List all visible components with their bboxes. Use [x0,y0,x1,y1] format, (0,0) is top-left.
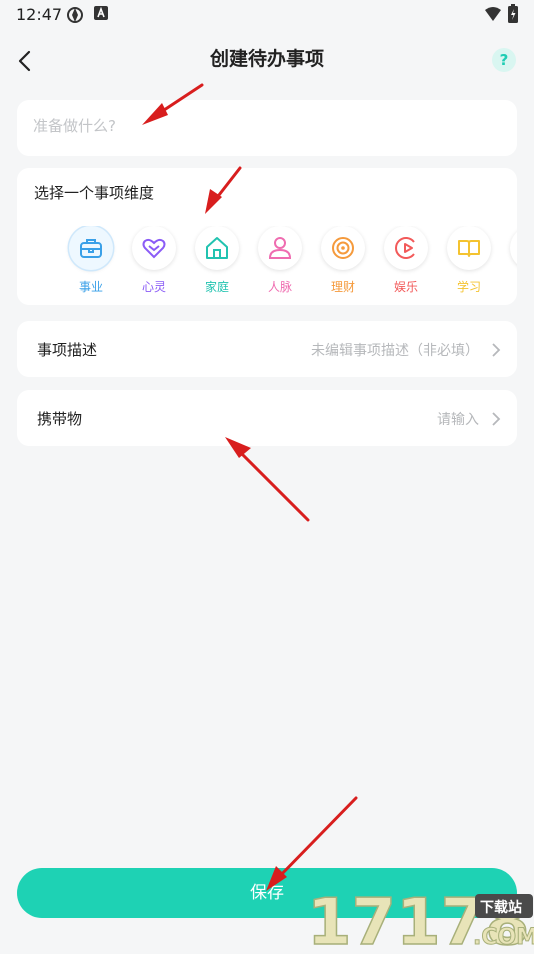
house-icon [195,226,239,270]
page-title: 创建待办事项 [209,48,324,70]
description-value: 未编辑事项描述（非必填） [311,343,479,359]
dimension-label: 选择一个事项维度 [34,184,155,202]
status-bar: 12:47 [0,0,534,30]
help-icon[interactable]: ? [492,48,516,72]
battery-icon [508,4,518,23]
people-icon [258,226,302,270]
task-title-input[interactable] [31,116,505,136]
carry-items-row[interactable]: 携带物 请输入 [17,390,517,446]
dimension-mind[interactable]: 心灵 [130,226,178,295]
dimension-entertainment[interactable]: 娱乐 [382,226,430,295]
dimension-name: 理财 [330,280,355,294]
keyboard-a-icon [94,6,108,20]
dimension-network[interactable]: 人脉 [256,226,304,295]
dimension-name: 家庭 [204,280,229,294]
status-time: 12:47 [16,5,63,24]
more-dimension-icon [510,226,517,270]
dimension-more[interactable] [508,226,517,270]
carry-items-label: 携带物 [37,410,83,428]
header: 创建待办事项 ? [0,30,534,90]
dimension-family[interactable]: 家庭 [193,226,241,295]
dimension-finance[interactable]: 理财 [319,226,367,295]
task-input-card [17,100,517,156]
dimension-study[interactable]: 学习 [445,226,493,295]
dimension-card: 选择一个事项维度 事业 心灵 家庭 人脉 理财 娱乐 学习 [17,168,517,305]
dimension-name: 事业 [78,280,103,294]
dimension-name: 人脉 [267,280,292,294]
dimension-name: 心灵 [141,280,166,294]
watermark-badge: 下载站 [480,899,522,916]
book-icon [447,226,491,270]
wifi-icon [485,7,501,21]
carry-items-value: 请输入 [437,412,479,428]
heart-icon [132,226,176,270]
coin-icon [321,226,365,270]
watermark-logo: 17178 下载站 .COM [305,878,534,954]
watermark-domain: .COM [473,925,534,950]
chevron-right-icon [492,412,501,426]
play-icon [384,226,428,270]
dimension-career[interactable]: 事业 [67,226,115,295]
description-row[interactable]: 事项描述 未编辑事项描述（非必填） [17,321,517,377]
dimension-name: 学习 [456,280,481,294]
chevron-right-icon [492,343,501,357]
sync-icon [67,7,83,23]
briefcase-icon [69,226,113,270]
dimension-list: 事业 心灵 家庭 人脉 理财 娱乐 学习 [51,226,517,296]
dimension-name: 娱乐 [393,280,418,294]
annotation-arrow-carry [234,446,310,522]
description-label: 事项描述 [37,341,98,359]
